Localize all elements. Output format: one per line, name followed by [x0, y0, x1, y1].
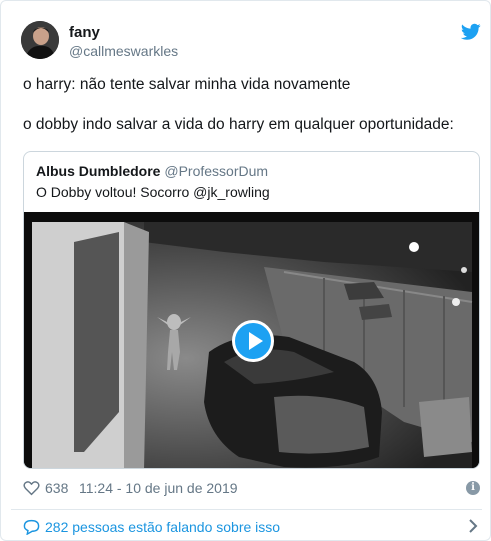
- quoted-tweet[interactable]: Albus Dumbledore @ProfessorDum O Dobby v…: [23, 151, 480, 469]
- like-count[interactable]: 638: [45, 480, 68, 496]
- author-avatar[interactable]: [21, 21, 59, 59]
- quoted-tweet-header: Albus Dumbledore @ProfessorDum: [36, 163, 268, 179]
- tweet-header: fany @callmeswarkles: [21, 21, 481, 65]
- play-icon[interactable]: [232, 320, 274, 362]
- tweet-meta: 638 11:24 - 10 de jun de 2019 i: [23, 479, 480, 499]
- quoted-author-name[interactable]: Albus Dumbledore: [36, 163, 160, 179]
- divider: [11, 509, 482, 510]
- twitter-bird-icon[interactable]: [461, 23, 481, 41]
- tweet-line-2: o dobby indo salvar a vida do harry em q…: [23, 116, 454, 133]
- info-icon[interactable]: i: [466, 481, 480, 495]
- tweet-timestamp[interactable]: 11:24 - 10 de jun de 2019: [79, 480, 238, 496]
- quoted-tweet-text: O Dobby voltou! Socorro @jk_rowling: [36, 184, 270, 200]
- conversation-label[interactable]: 282 pessoas estão falando sobre isso: [45, 519, 280, 535]
- video-player[interactable]: [24, 212, 479, 468]
- speech-bubble-icon: [23, 519, 40, 535]
- embedded-tweet-card: fany @callmeswarkles o harry: não tente …: [0, 0, 491, 541]
- chevron-right-icon[interactable]: [468, 519, 478, 533]
- heart-icon[interactable]: [23, 480, 40, 496]
- tweet-line-1: o harry: não tente salvar minha vida nov…: [23, 76, 351, 93]
- tweet-text: o harry: não tente salvar minha vida nov…: [23, 75, 478, 135]
- quoted-author-handle[interactable]: @ProfessorDum: [164, 163, 268, 179]
- author-handle[interactable]: @callmeswarkles: [69, 43, 178, 59]
- conversation-link[interactable]: 282 pessoas estão falando sobre isso: [23, 517, 480, 537]
- author-name[interactable]: fany: [69, 24, 100, 41]
